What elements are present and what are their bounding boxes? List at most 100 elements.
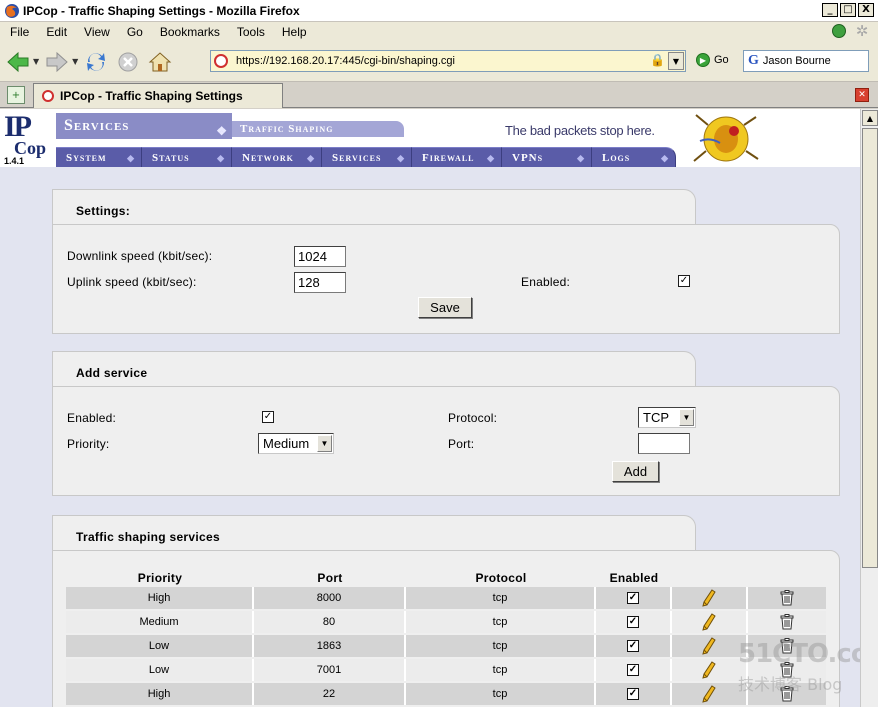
google-icon[interactable]: G bbox=[748, 53, 759, 69]
forward-dropdown-icon[interactable]: ▼ bbox=[72, 57, 78, 66]
nav-network-chevron-icon: ◆ bbox=[307, 153, 315, 163]
cell-protocol: tcp bbox=[406, 587, 596, 609]
priority-label: Priority: bbox=[67, 437, 110, 451]
back-dropdown-icon[interactable]: ▼ bbox=[33, 57, 39, 66]
services-title: Traffic shaping services bbox=[76, 530, 220, 544]
settings-enabled-checkbox[interactable]: ✓ bbox=[678, 275, 690, 287]
reload-icon bbox=[87, 52, 106, 71]
nav-firewall[interactable]: Firewall ◆ bbox=[412, 147, 502, 167]
vertical-scrollbar[interactable]: ▲ bbox=[860, 109, 878, 707]
tab-traffic-shaping[interactable]: IPCop - Traffic Shaping Settings bbox=[33, 83, 283, 108]
logo-cop-text: Cop bbox=[14, 138, 47, 158]
menu-help[interactable]: Help bbox=[272, 25, 314, 39]
menu-go[interactable]: Go bbox=[117, 25, 150, 39]
downlink-input[interactable]: 1024 bbox=[294, 246, 346, 267]
add-enabled-label: Enabled: bbox=[67, 411, 116, 425]
save-button[interactable]: Save bbox=[418, 297, 472, 318]
nav-vpns-chevron-icon: ◆ bbox=[577, 153, 585, 163]
url-text[interactable]: https://192.168.20.17:445/cgi-bin/shapin… bbox=[236, 55, 455, 67]
update-icon[interactable] bbox=[832, 24, 846, 38]
minimize-button[interactable]: _ bbox=[822, 3, 838, 17]
nav-status[interactable]: Status ◆ bbox=[142, 147, 232, 167]
home-button[interactable] bbox=[146, 48, 174, 76]
forward-arrow-icon bbox=[46, 51, 68, 72]
scroll-up-icon[interactable]: ▲ bbox=[862, 110, 878, 126]
new-tab-icon[interactable]: + bbox=[7, 86, 25, 104]
page-viewport: IP Cop 1.4.1 Services ❖ Traffic Shaping … bbox=[0, 109, 860, 707]
pencil-icon[interactable] bbox=[702, 685, 716, 703]
col-priority: Priority bbox=[137, 571, 183, 585]
uplink-input[interactable]: 128 bbox=[294, 272, 346, 293]
add-button[interactable]: Add bbox=[612, 461, 659, 482]
downlink-label: Downlink speed (kbit/sec): bbox=[67, 249, 213, 263]
port-label: Port: bbox=[448, 437, 475, 451]
close-tab-icon[interactable]: ✕ bbox=[855, 88, 869, 102]
enabled-checkbox[interactable]: ✓ bbox=[627, 640, 639, 653]
reload-button[interactable] bbox=[82, 48, 110, 76]
nav-system[interactable]: System ◆ bbox=[56, 147, 142, 167]
pencil-icon[interactable] bbox=[702, 661, 716, 679]
scroll-thumb[interactable] bbox=[862, 128, 878, 568]
cell-priority: Low bbox=[66, 635, 254, 657]
cell-priority: High bbox=[66, 587, 254, 609]
nav-services-label: Services bbox=[332, 152, 382, 164]
cell-edit bbox=[672, 659, 748, 681]
priority-dropdown-icon[interactable]: ▼ bbox=[317, 435, 332, 452]
tab-strip: + IPCop - Traffic Shaping Settings ✕ bbox=[0, 82, 878, 108]
nav-network[interactable]: Network ◆ bbox=[232, 147, 322, 167]
menu-edit[interactable]: Edit bbox=[36, 25, 74, 39]
cell-port: 7001 bbox=[254, 659, 406, 681]
ipcop-logo[interactable]: IP Cop 1.4.1 bbox=[4, 110, 50, 167]
tab-site-icon bbox=[42, 90, 54, 102]
go-button[interactable]: ▶ Go bbox=[696, 53, 729, 67]
pencil-icon[interactable] bbox=[702, 637, 716, 655]
add-enabled-checkbox[interactable]: ✓ bbox=[262, 411, 274, 423]
section-title-text: Services bbox=[64, 117, 130, 134]
nav-firewall-label: Firewall bbox=[422, 152, 475, 164]
search-input[interactable]: G Jason Bourne bbox=[743, 50, 869, 72]
menu-view[interactable]: View bbox=[74, 25, 117, 39]
stop-button[interactable] bbox=[114, 48, 142, 76]
enabled-checkbox[interactable]: ✓ bbox=[627, 664, 639, 677]
back-button[interactable] bbox=[4, 48, 32, 76]
menu-tools[interactable]: Tools bbox=[227, 25, 272, 39]
nav-logs[interactable]: Logs ◆ bbox=[592, 147, 676, 167]
cell-delete bbox=[748, 611, 826, 633]
trash-icon[interactable] bbox=[780, 614, 794, 630]
pencil-icon[interactable] bbox=[702, 589, 716, 607]
uplink-label: Uplink speed (kbit/sec): bbox=[67, 275, 197, 289]
menu-file[interactable]: File bbox=[0, 25, 36, 39]
trash-icon[interactable] bbox=[780, 590, 794, 606]
close-window-button[interactable]: X bbox=[858, 3, 874, 17]
pencil-icon[interactable] bbox=[702, 613, 716, 631]
nav-system-label: System bbox=[66, 152, 107, 164]
main-nav: System ◆ Status ◆ Network ◆ Services ◆ Firew… bbox=[56, 147, 676, 167]
forward-button[interactable] bbox=[43, 48, 71, 76]
nav-vpns[interactable]: VPNs ◆ bbox=[502, 147, 592, 167]
enabled-checkbox[interactable]: ✓ bbox=[627, 688, 639, 701]
menu-bookmarks[interactable]: Bookmarks bbox=[150, 25, 227, 39]
protocol-select[interactable]: TCP ▼ bbox=[638, 407, 696, 428]
table-row: Low 7001 tcp ✓ bbox=[66, 659, 826, 681]
settings-enabled-label: Enabled: bbox=[521, 275, 570, 289]
enabled-checkbox[interactable]: ✓ bbox=[627, 616, 639, 629]
cell-edit bbox=[672, 611, 748, 633]
padlock-icon[interactable]: 🔒 bbox=[650, 53, 665, 67]
logo-ip-text: IP bbox=[4, 110, 32, 143]
url-bar[interactable]: https://192.168.20.17:445/cgi-bin/shapin… bbox=[210, 50, 686, 72]
maximize-button[interactable]: □ bbox=[840, 3, 856, 17]
cell-enabled: ✓ bbox=[596, 659, 672, 681]
protocol-dropdown-icon[interactable]: ▼ bbox=[679, 409, 694, 426]
nav-services[interactable]: Services ◆ bbox=[322, 147, 412, 167]
add-service-box: Add service bbox=[52, 351, 842, 499]
enabled-checkbox[interactable]: ✓ bbox=[627, 592, 639, 605]
port-input[interactable] bbox=[638, 433, 690, 454]
go-arrow-icon: ▶ bbox=[696, 53, 710, 67]
priority-select[interactable]: Medium ▼ bbox=[258, 433, 334, 454]
cell-protocol: tcp bbox=[406, 611, 596, 633]
ipcop-version: 1.4.1 bbox=[4, 156, 25, 166]
nav-system-chevron-icon: ◆ bbox=[127, 153, 135, 163]
url-dropdown-icon[interactable]: ▼ bbox=[668, 52, 684, 70]
add-service-box-tab: Add service bbox=[52, 351, 696, 387]
protocol-label: Protocol: bbox=[448, 411, 498, 425]
